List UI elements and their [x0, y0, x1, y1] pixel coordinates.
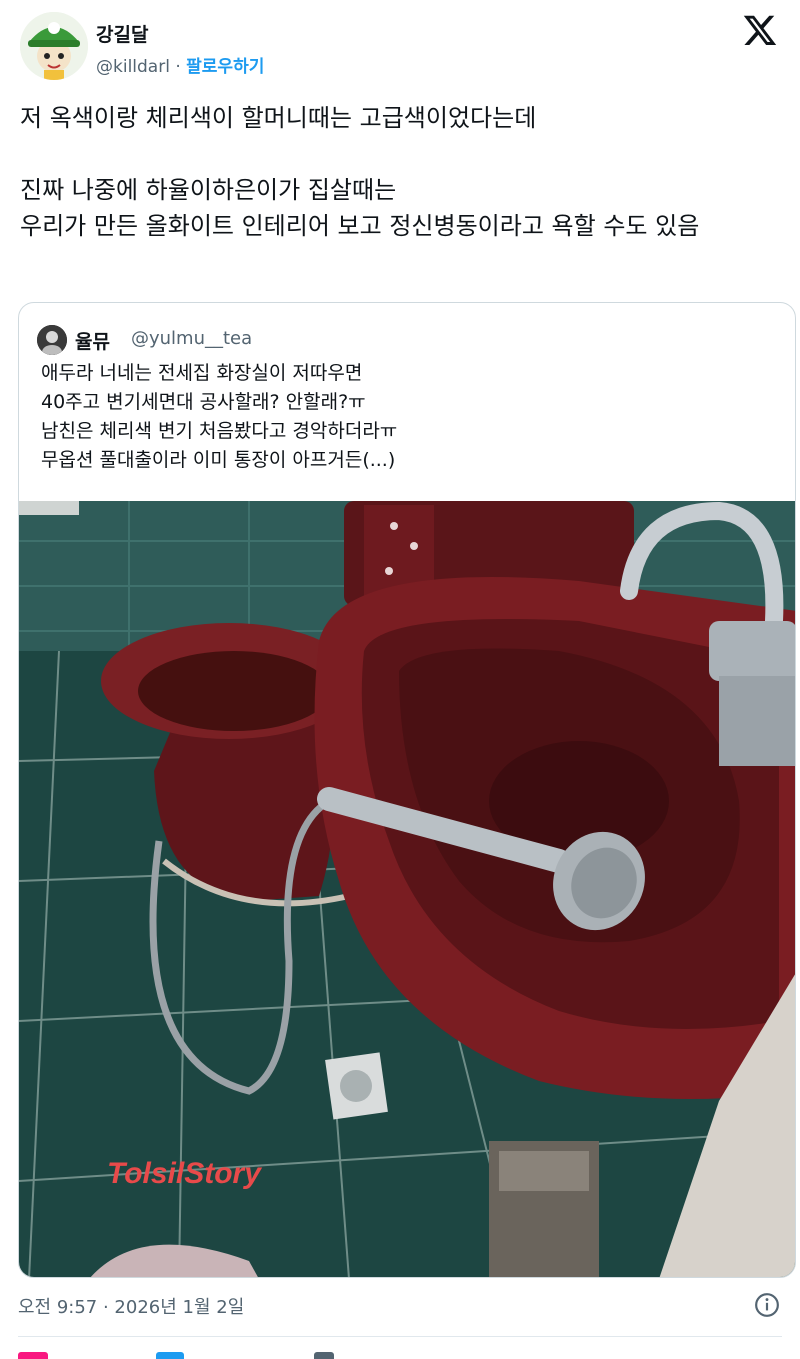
- tweet-header: 강길달 @killdarl · 팔로우하기: [0, 0, 800, 90]
- x-logo-icon[interactable]: [742, 12, 778, 48]
- quote-avatar-icon: [37, 325, 67, 355]
- separator-dot: ·: [175, 57, 181, 77]
- bathroom-photo[interactable]: TolsilStory: [19, 501, 796, 1278]
- quote-text: 애두라 너네는 전세집 화장실이 저따우면 40주고 변기세면대 공사할래? 안…: [41, 362, 398, 471]
- author-display-name[interactable]: 강길달: [96, 20, 148, 47]
- divider: [18, 1336, 782, 1337]
- share-icon[interactable]: [314, 1352, 334, 1359]
- quote-avatar: [37, 325, 67, 355]
- tweet-text: 저 옥색이랑 체리색이 할머니때는 고급색이었다는데 진짜 나중에 하율이하은이…: [20, 104, 700, 240]
- tweet-timestamp[interactable]: 오전 9:57 · 2026년 1월 2일: [18, 1293, 244, 1319]
- follow-button[interactable]: 팔로우하기: [186, 57, 264, 77]
- quote-display-name: 율뮤: [75, 331, 110, 353]
- action-bar: [18, 1352, 782, 1359]
- photo-watermark: TolsilStory: [107, 1157, 262, 1190]
- author-handle-row: @killdarl · 팔로우하기: [96, 52, 264, 77]
- quote-handle: @yulmu__tea: [131, 328, 253, 349]
- author-avatar[interactable]: [20, 12, 88, 80]
- info-icon[interactable]: [754, 1292, 780, 1318]
- reply-icon[interactable]: [156, 1352, 184, 1359]
- green-cap-character-icon: [20, 12, 88, 80]
- author-handle[interactable]: @killdarl: [96, 57, 170, 77]
- like-icon[interactable]: [18, 1352, 48, 1359]
- quoted-tweet-card[interactable]: 율뮤 @yulmu__tea 애두라 너네는 전세집 화장실이 저따우면 40주…: [18, 302, 796, 1278]
